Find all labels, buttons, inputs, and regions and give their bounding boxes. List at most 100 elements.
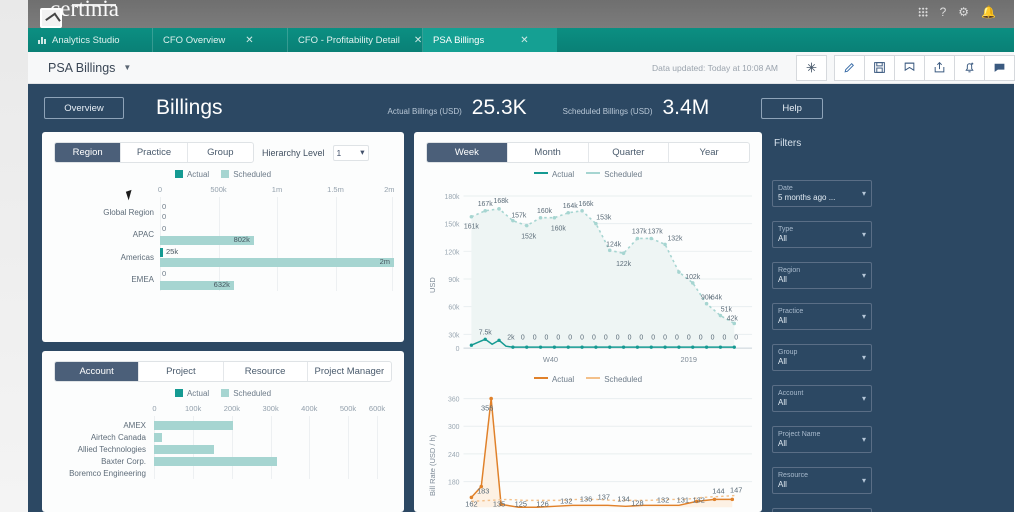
filter-date[interactable]: Date 5 months ago ... ▾ [772, 180, 872, 207]
filter-account[interactable]: Account All ▾ [772, 385, 872, 412]
share-button[interactable] [924, 54, 955, 81]
tab-practice[interactable]: Practice [121, 143, 188, 162]
bar-rows: Global Region 0 0 APAC 0 802k Americas 2… [52, 197, 394, 291]
chat-button[interactable] [984, 54, 1015, 81]
tab-cfo-overview[interactable]: CFO Overview ✕ [153, 28, 287, 52]
gear-icon[interactable]: ⚙ [958, 5, 969, 19]
help-icon[interactable]: ? [940, 5, 947, 19]
tab-project-manager[interactable]: Project Manager [308, 362, 391, 381]
tab-year[interactable]: Year [669, 143, 749, 162]
bar-rows: AMEX Airtech Canada Allied Technologies [52, 416, 394, 479]
filter-project-manager[interactable]: Project Manager All ▾ [772, 508, 872, 512]
subscribe-button[interactable] [954, 54, 985, 81]
axis-tick: 1.5m [327, 185, 344, 194]
chevron-down-icon[interactable]: ▼ [123, 63, 131, 72]
filter-region[interactable]: Region All ▾ [772, 262, 872, 289]
svg-text:0: 0 [592, 334, 596, 341]
svg-text:131: 131 [677, 495, 689, 504]
filter-project-name[interactable]: Project Name All ▾ [772, 426, 872, 453]
axis-tick: 300k [262, 404, 279, 413]
apps-grid-icon[interactable] [917, 7, 928, 17]
close-icon[interactable]: ✕ [245, 35, 253, 46]
bar-value-label: 0 [162, 269, 167, 278]
svg-text:0: 0 [675, 334, 679, 341]
svg-text:125: 125 [515, 499, 527, 508]
table-row[interactable]: Airtech Canada [52, 431, 394, 443]
svg-text:0: 0 [580, 334, 584, 341]
table-row[interactable]: Boremco Engineering [52, 467, 394, 479]
legend-item-scheduled: Scheduled [586, 170, 642, 179]
svg-text:0: 0 [533, 334, 537, 341]
chevron-down-icon: ▾ [861, 312, 866, 321]
close-icon[interactable]: ✕ [520, 35, 528, 46]
sparkle-button[interactable] [796, 54, 827, 81]
app-header: certinia ? ⚙ 🔔 [28, 0, 1014, 28]
tab-analytics-studio[interactable]: Analytics Studio [28, 28, 152, 52]
overview-button[interactable]: Overview [44, 97, 124, 119]
tab-week[interactable]: Week [427, 143, 508, 162]
axis-tick: 200k [223, 404, 240, 413]
billings-by-account-chart: 0 100k 200k 300k 400k 500k 600k AMEX Air… [52, 404, 394, 479]
sparkle-icon [806, 62, 817, 73]
tab-account[interactable]: Account [55, 362, 140, 381]
tab-group[interactable]: Group [188, 143, 253, 162]
filter-group[interactable]: Group All ▾ [772, 344, 872, 371]
table-row[interactable]: Baxter Corp. [52, 455, 394, 467]
svg-text:180k: 180k [445, 194, 461, 201]
axis-tick: 500k [339, 404, 357, 413]
filter-label: Account [778, 390, 804, 397]
table-row[interactable]: EMEA 0 632k [52, 269, 394, 292]
tab-cfo-profitability-detail[interactable]: CFO - Profitability Detail ✕ [288, 28, 422, 52]
legend-item-scheduled: Scheduled [586, 375, 642, 384]
svg-text:137: 137 [598, 492, 610, 501]
svg-text:135: 135 [493, 499, 505, 508]
edit-button[interactable] [834, 54, 865, 81]
tab-project[interactable]: Project [139, 362, 224, 381]
svg-text:150k: 150k [445, 222, 461, 229]
filter-type[interactable]: Type All ▾ [772, 221, 872, 248]
bar-category-label: Allied Technologies [77, 444, 146, 454]
bar-category-label: EMEA [131, 275, 154, 285]
bookmark-button[interactable] [894, 54, 925, 81]
x-axis-ticks: 0 100k 200k 300k 400k 500k 600k [152, 404, 394, 416]
tab-month[interactable]: Month [508, 143, 589, 162]
svg-text:0: 0 [734, 334, 738, 341]
svg-text:0: 0 [651, 334, 655, 341]
table-row[interactable]: AMEX [52, 419, 394, 431]
tab-psa-billings[interactable]: PSA Billings ✕ [423, 28, 557, 52]
filter-label: Project Name [778, 431, 821, 438]
table-row[interactable]: Global Region 0 0 [52, 201, 394, 224]
filter-value: All [778, 480, 787, 489]
filter-practice[interactable]: Practice All ▾ [772, 303, 872, 330]
save-button[interactable] [864, 54, 895, 81]
bar-category-label: Americas [120, 252, 154, 262]
bell-icon[interactable]: 🔔 [981, 5, 996, 19]
kpi-label: Actual Billings (USD) [387, 107, 462, 116]
close-icon[interactable]: ✕ [414, 35, 422, 46]
tab-resource[interactable]: Resource [224, 362, 308, 381]
svg-text:167k: 167k [478, 201, 494, 208]
svg-text:183: 183 [477, 486, 489, 495]
filter-value: All [778, 234, 787, 243]
y-axis-title: USD [428, 277, 437, 293]
tab-quarter[interactable]: Quarter [589, 143, 670, 162]
table-row[interactable]: Americas 25k 2m [52, 246, 394, 269]
svg-text:153k: 153k [596, 215, 612, 222]
table-row[interactable]: APAC 0 802k [52, 224, 394, 247]
legend-item-actual: Actual [174, 170, 209, 179]
billings-over-time-chart[interactable]: USD 180k 150k 120k 90k 60k 30k 0 161k 16… [420, 183, 756, 373]
legend-item-scheduled: Scheduled [221, 170, 271, 179]
help-button[interactable]: Help [761, 97, 824, 119]
bill-rate-over-time-chart[interactable]: Bill Rate (USD / h) 360 300 240 180 162 … [420, 388, 756, 508]
svg-text:42k: 42k [727, 315, 739, 322]
chevron-down-icon: ▾ [861, 435, 866, 444]
hierarchy-level-select[interactable]: 1 ▾ [332, 144, 369, 161]
filter-resource[interactable]: Resource All ▾ [772, 467, 872, 494]
svg-text:0: 0 [663, 334, 667, 341]
table-row[interactable]: Allied Technologies [52, 443, 394, 455]
svg-text:160k: 160k [537, 208, 553, 215]
tab-region[interactable]: Region [55, 143, 122, 162]
billings-by-region-chart: 0 500k 1m 1.5m 2m Global Region 0 0 APAC… [52, 185, 395, 291]
svg-text:240: 240 [448, 452, 460, 459]
svg-text:0: 0 [456, 346, 460, 353]
